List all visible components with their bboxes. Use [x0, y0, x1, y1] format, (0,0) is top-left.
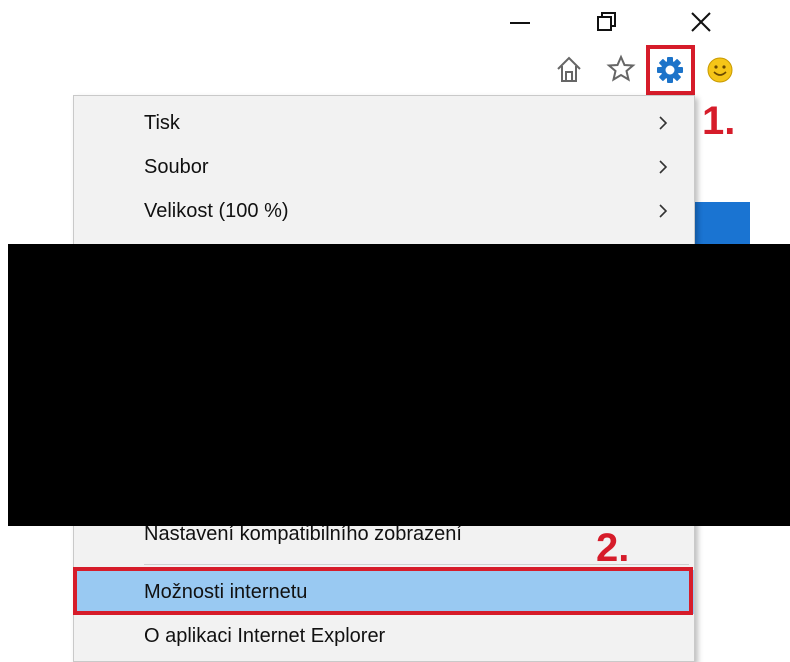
minimize-button[interactable] — [498, 4, 540, 38]
step2-label: 2. — [596, 526, 630, 570]
feedback-button[interactable] — [705, 52, 735, 86]
restore-icon — [597, 12, 616, 31]
menu-item-about-internet-explorer[interactable]: O aplikaci Internet Explorer — [74, 614, 694, 658]
feedback-smiley-icon — [707, 57, 733, 83]
menu-item-label: Velikost (100 %) — [144, 200, 289, 222]
chevron-right-icon — [659, 204, 668, 218]
menu-item-label: Tisk — [144, 112, 180, 134]
home-icon — [557, 56, 581, 82]
chevron-right-icon — [659, 160, 668, 174]
menu-item-label: Soubor — [144, 156, 209, 178]
chevron-right-icon — [659, 116, 668, 130]
favorites-button[interactable] — [606, 52, 636, 86]
close-button[interactable] — [680, 4, 722, 38]
close-icon — [691, 12, 711, 32]
step2-highlight-box — [73, 567, 693, 615]
favorites-star-icon — [606, 54, 636, 82]
menu-item-zoom[interactable]: Velikost (100 %) — [74, 189, 694, 233]
menu-item-file[interactable]: Soubor — [74, 145, 694, 189]
home-button[interactable] — [554, 52, 584, 86]
page-background-strip — [694, 202, 750, 246]
step1-label: 1. — [702, 99, 736, 143]
redaction-bar — [8, 244, 790, 526]
menu-item-print[interactable]: Tisk — [74, 101, 694, 145]
step1-highlight-box — [646, 45, 695, 95]
menu-item-label: O aplikaci Internet Explorer — [144, 625, 386, 647]
minimize-icon — [510, 22, 530, 24]
restore-button[interactable] — [584, 4, 626, 38]
